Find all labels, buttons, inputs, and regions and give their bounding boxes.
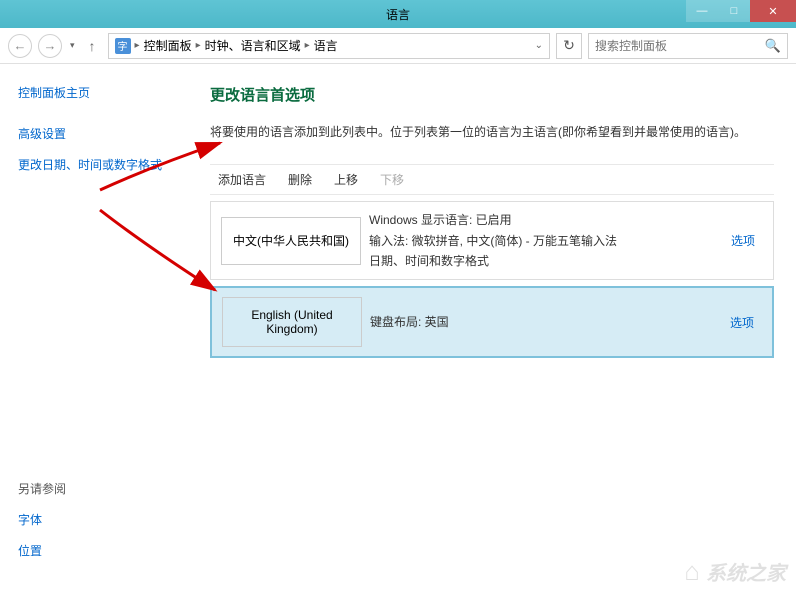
watermark-icon: ⌂ [684, 556, 700, 587]
forward-button[interactable]: → [38, 34, 62, 58]
see-also-heading: 另请参阅 [18, 480, 182, 497]
maximize-button[interactable]: □ [718, 0, 750, 22]
main-panel: 更改语言首选项 将要使用的语言添加到此列表中。位于列表第一位的语言为主语言(即你… [200, 64, 796, 593]
navbar: ← → ▾ ↑ 字 ▸ 控制面板 ▸ 时钟、语言和区域 ▸ 语言 ⌄ ↻ 🔍 [0, 28, 796, 64]
language-toolbar: 添加语言 删除 上移 下移 [210, 164, 774, 195]
search-input[interactable] [595, 39, 765, 53]
breadcrumb-separator: ▸ [305, 40, 310, 51]
breadcrumb-bar[interactable]: 字 ▸ 控制面板 ▸ 时钟、语言和区域 ▸ 语言 ⌄ [108, 33, 550, 59]
language-row[interactable]: English (United Kingdom) 键盘布局: 英国 选项 [210, 286, 774, 358]
history-dropdown[interactable]: ▾ [68, 40, 77, 51]
language-list: 中文(中华人民共和国) Windows 显示语言: 已启用 输入法: 微软拼音,… [210, 201, 774, 358]
content-area: 控制面板主页 高级设置 更改日期、时间或数字格式 另请参阅 字体 位置 更改语言… [0, 64, 796, 593]
language-details: Windows 显示语言: 已启用 输入法: 微软拼音, 中文(简体) - 万能… [369, 202, 713, 279]
add-language-button[interactable]: 添加语言 [218, 171, 266, 188]
language-options-link[interactable]: 选项 [713, 232, 773, 249]
watermark-text: 系统之家 [706, 557, 786, 586]
remove-language-button[interactable]: 删除 [288, 171, 312, 188]
language-name: 中文(中华人民共和国) [221, 217, 361, 265]
window-controls: — □ ✕ [686, 0, 796, 22]
page-title: 更改语言首选项 [210, 84, 774, 105]
titlebar: 语言 — □ ✕ [0, 0, 796, 28]
language-detail-line: 日期、时间和数字格式 [369, 251, 713, 271]
language-options-link[interactable]: 选项 [712, 314, 772, 331]
sidebar-link-advanced[interactable]: 高级设置 [18, 125, 182, 142]
minimize-button[interactable]: — [686, 0, 718, 22]
back-button[interactable]: ← [8, 34, 32, 58]
move-down-button[interactable]: 下移 [380, 171, 404, 188]
sidebar-link-datetime[interactable]: 更改日期、时间或数字格式 [18, 156, 182, 173]
language-name: English (United Kingdom) [222, 297, 362, 347]
control-panel-home-link[interactable]: 控制面板主页 [18, 84, 182, 101]
window-title: 语言 [386, 6, 410, 23]
sidebar-link-fonts[interactable]: 字体 [18, 511, 182, 528]
search-box[interactable]: 🔍 [588, 33, 788, 59]
language-row[interactable]: 中文(中华人民共和国) Windows 显示语言: 已启用 输入法: 微软拼音,… [210, 201, 774, 280]
breadcrumb-item[interactable]: 时钟、语言和区域 [205, 37, 301, 54]
move-up-button[interactable]: 上移 [334, 171, 358, 188]
breadcrumb-separator: ▸ [135, 40, 140, 51]
sidebar-link-location[interactable]: 位置 [18, 542, 182, 559]
control-panel-icon: 字 [115, 38, 131, 54]
close-button[interactable]: ✕ [750, 0, 796, 22]
search-icon: 🔍 [765, 38, 781, 54]
breadcrumb-dropdown[interactable]: ⌄ [535, 40, 543, 51]
watermark: ⌂ 系统之家 [684, 556, 786, 587]
page-description: 将要使用的语言添加到此列表中。位于列表第一位的语言为主语言(即你希望看到并最常使… [210, 123, 774, 142]
language-details: 键盘布局: 英国 [370, 304, 712, 340]
language-detail-line: Windows 显示语言: 已启用 [369, 210, 713, 230]
up-button[interactable]: ↑ [83, 38, 102, 54]
breadcrumb-item[interactable]: 语言 [314, 37, 338, 54]
sidebar: 控制面板主页 高级设置 更改日期、时间或数字格式 另请参阅 字体 位置 [0, 64, 200, 593]
refresh-button[interactable]: ↻ [556, 33, 582, 59]
breadcrumb-item[interactable]: 控制面板 [144, 37, 192, 54]
breadcrumb-separator: ▸ [196, 40, 201, 51]
language-detail-line: 键盘布局: 英国 [370, 312, 712, 332]
language-detail-line: 输入法: 微软拼音, 中文(简体) - 万能五笔输入法 [369, 231, 713, 251]
